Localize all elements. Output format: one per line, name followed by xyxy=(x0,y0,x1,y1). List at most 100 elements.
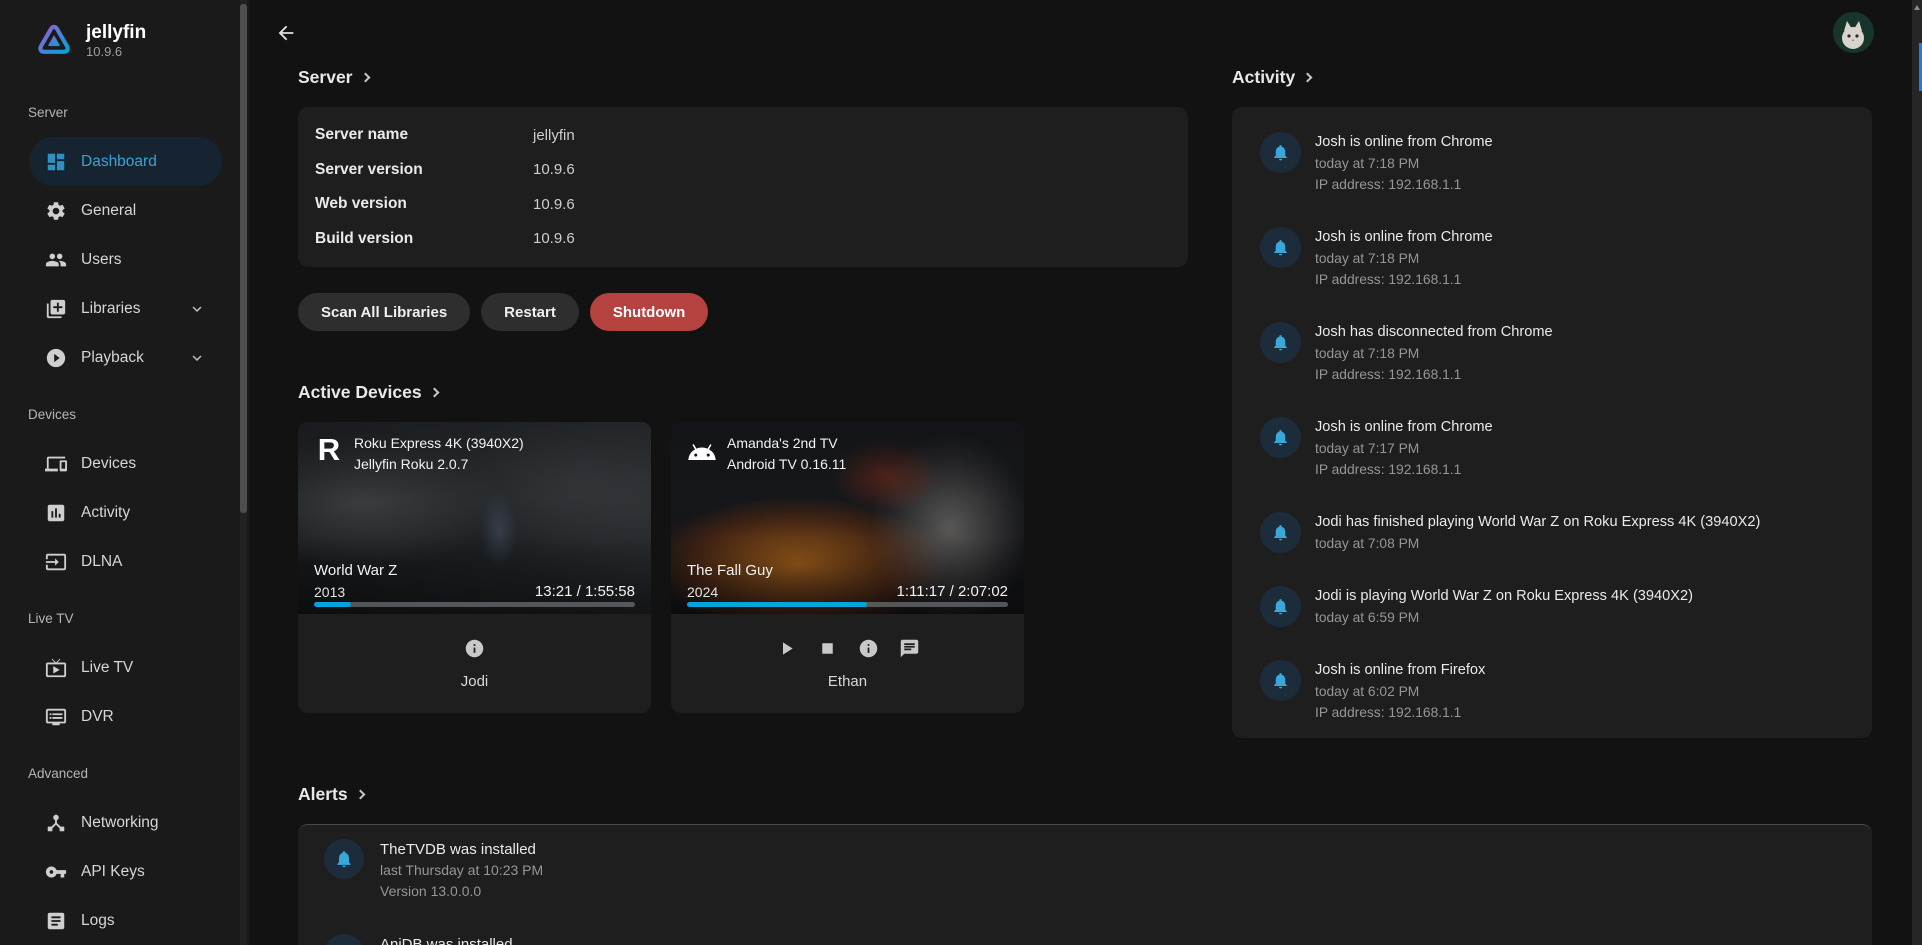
app-version: 10.9.6 xyxy=(86,44,146,60)
active-devices-heading[interactable]: Active Devices xyxy=(298,381,1188,403)
activity-heading[interactable]: Activity xyxy=(1232,66,1872,88)
play-icon[interactable] xyxy=(776,638,797,659)
sidebar-scrollbar-thumb[interactable] xyxy=(240,4,247,513)
scrollbar-up-arrow-icon[interactable] xyxy=(1914,5,1920,10)
app-name: jellyfin xyxy=(86,22,146,44)
activity-entry: Jodi is playing World War Z on Roku Expr… xyxy=(1260,586,1844,628)
people-icon xyxy=(45,249,67,271)
media-title: The Fall Guy xyxy=(687,560,773,582)
client-name: Jellyfin Roku 2.0.7 xyxy=(354,454,524,475)
sidebar-section-server: Server xyxy=(28,104,249,121)
now-playing-backdrop: Amanda's 2nd TV Android TV 0.16.11 The F… xyxy=(671,422,1024,614)
server-info-card: Server name jellyfin Server version 10.9… xyxy=(298,107,1188,267)
jellyfin-logo-icon xyxy=(34,21,74,61)
info-icon[interactable] xyxy=(858,638,879,659)
chevron-down-icon xyxy=(188,349,206,367)
bell-icon xyxy=(1271,333,1290,352)
bell-avatar xyxy=(1260,132,1301,173)
sidebar-item-libraries[interactable]: Libraries xyxy=(29,284,222,333)
chevron-right-icon xyxy=(1303,73,1313,83)
cat-avatar-image xyxy=(1833,12,1874,53)
bell-avatar xyxy=(1260,660,1301,701)
media-year: 2024 xyxy=(687,582,773,602)
playback-progress-fill xyxy=(314,602,351,607)
chevron-down-icon xyxy=(188,300,206,318)
bell-icon xyxy=(1271,597,1290,616)
sidebar-item-dvr[interactable]: DVR xyxy=(29,692,222,741)
bell-icon xyxy=(1271,428,1290,447)
sidebar-section-devices: Devices xyxy=(28,406,249,423)
sidebar-item-dlna[interactable]: DLNA xyxy=(29,537,222,586)
server-section-heading[interactable]: Server xyxy=(298,66,1188,88)
sidebar-item-networking[interactable]: Networking xyxy=(29,798,222,847)
bell-icon xyxy=(1271,238,1290,257)
bar-chart-icon xyxy=(45,502,67,524)
roku-icon: R xyxy=(312,433,346,467)
sidebar-item-live-tv[interactable]: Live TV xyxy=(29,643,222,692)
sidebar-item-activity[interactable]: Activity xyxy=(29,488,222,537)
bell-avatar xyxy=(1260,417,1301,458)
page-scrollbar[interactable] xyxy=(1912,0,1922,945)
dvr-icon xyxy=(45,706,67,728)
key-icon xyxy=(45,861,67,883)
sidebar-item-playback[interactable]: Playback xyxy=(29,333,222,382)
bell-avatar xyxy=(324,839,364,879)
session-user: Jodi xyxy=(298,673,651,690)
playback-time: 1:11:17 / 2:07:02 xyxy=(897,582,1008,602)
user-avatar[interactable] xyxy=(1833,12,1874,53)
alerts-heading[interactable]: Alerts xyxy=(298,783,1872,805)
play-circle-icon xyxy=(45,347,67,369)
device-name: Roku Express 4K (3940X2) xyxy=(354,433,524,454)
library-add-icon xyxy=(45,298,67,320)
back-button[interactable] xyxy=(275,22,299,46)
shutdown-button[interactable]: Shutdown xyxy=(590,293,708,331)
info-icon[interactable] xyxy=(464,638,485,659)
bell-avatar xyxy=(1260,227,1301,268)
playback-progress-bar xyxy=(687,602,1008,607)
server-info-row: Build version 10.9.6 xyxy=(315,222,1171,257)
gear-icon xyxy=(45,200,67,222)
activity-entry: Josh is online from Firefox today at 6:0… xyxy=(1260,660,1844,723)
live-tv-icon xyxy=(45,657,67,679)
bell-icon xyxy=(334,849,354,869)
activity-entry: Jodi has finished playing World War Z on… xyxy=(1260,512,1844,554)
bell-icon xyxy=(1271,143,1290,162)
bell-icon xyxy=(1271,523,1290,542)
restart-button[interactable]: Restart xyxy=(481,293,579,331)
device-name: Amanda's 2nd TV xyxy=(727,433,846,454)
scan-all-libraries-button[interactable]: Scan All Libraries xyxy=(298,293,470,331)
sidebar-item-users[interactable]: Users xyxy=(29,235,222,284)
sidebar-item-devices[interactable]: Devices xyxy=(29,439,222,488)
bell-avatar xyxy=(324,934,364,945)
device-card-android-tv[interactable]: Amanda's 2nd TV Android TV 0.16.11 The F… xyxy=(671,422,1024,713)
bell-avatar xyxy=(1260,322,1301,363)
bell-icon xyxy=(1271,671,1290,690)
input-icon xyxy=(45,551,67,573)
sidebar-item-dashboard[interactable]: Dashboard xyxy=(29,137,222,186)
stop-icon[interactable] xyxy=(817,638,838,659)
sidebar-item-logs[interactable]: Logs xyxy=(29,896,222,945)
client-name: Android TV 0.16.11 xyxy=(727,454,846,475)
device-card-roku[interactable]: R Roku Express 4K (3940X2) Jellyfin Roku… xyxy=(298,422,651,713)
bell-avatar xyxy=(1260,586,1301,627)
arrow-back-icon xyxy=(275,22,297,44)
media-title: World War Z xyxy=(314,560,397,582)
playback-progress-fill xyxy=(687,602,867,607)
session-user: Ethan xyxy=(671,673,1024,690)
activity-entry: Josh is online from Chrome today at 7:18… xyxy=(1260,132,1844,195)
sidebar-item-general[interactable]: General xyxy=(29,186,222,235)
android-icon xyxy=(685,433,719,467)
devices-icon xyxy=(45,453,67,475)
alert-entry: TheTVDB was installed last Thursday at 1… xyxy=(324,839,1846,902)
sidebar-section-advanced: Advanced xyxy=(28,765,249,782)
sidebar-scrollbar[interactable] xyxy=(240,0,247,945)
sidebar-section-livetv: Live TV xyxy=(28,610,249,627)
activity-entry: Josh is online from Chrome today at 7:18… xyxy=(1260,227,1844,290)
sidebar-item-api-keys[interactable]: API Keys xyxy=(29,847,222,896)
server-info-row: Web version 10.9.6 xyxy=(315,187,1171,222)
message-icon[interactable] xyxy=(899,638,920,659)
bell-avatar xyxy=(1260,512,1301,553)
document-icon xyxy=(45,910,67,932)
playback-progress-bar xyxy=(314,602,635,607)
chevron-right-icon xyxy=(360,73,370,83)
